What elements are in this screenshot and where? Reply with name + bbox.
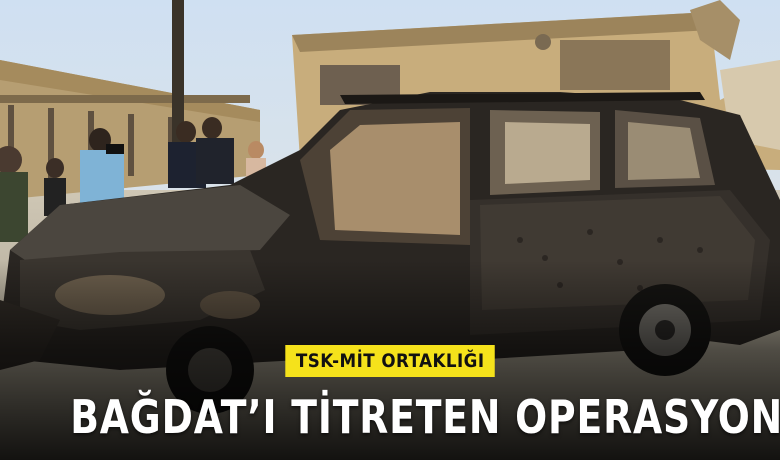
kicker-text: TSK-MİT ORTAKLIĞI xyxy=(285,345,495,377)
headline: BAĞDAT’I TİTRETEN OPERASYON xyxy=(70,390,780,444)
news-card: TSK-MİT ORTAKLIĞI BAĞDAT’I TİTRETEN OPER… xyxy=(0,0,780,460)
kicker-badge: TSK-MİT ORTAKLIĞI xyxy=(0,345,780,377)
